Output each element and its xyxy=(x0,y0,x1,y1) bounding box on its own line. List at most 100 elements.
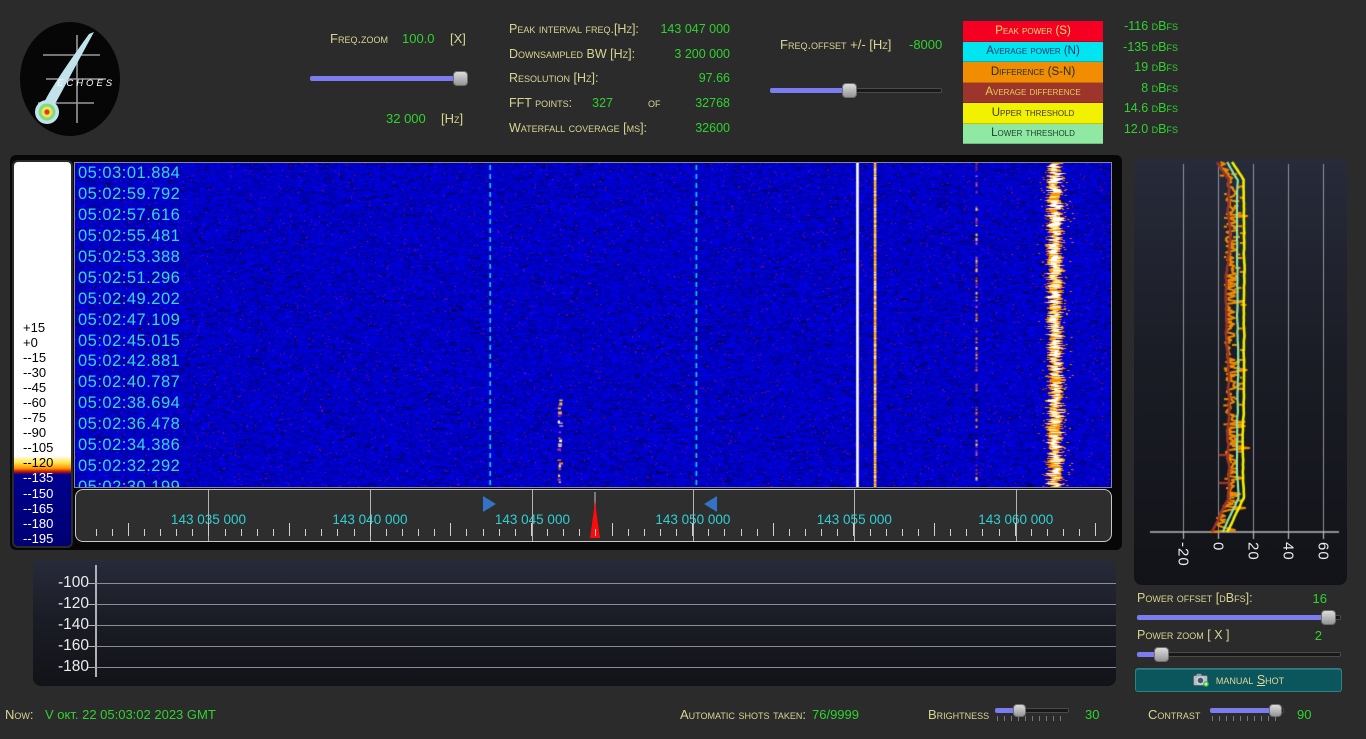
scale-label: +0 xyxy=(14,335,71,350)
measurement-value: 12.0 dBfs xyxy=(1100,122,1178,143)
stat-label: Waterfall coverage [ms]: xyxy=(509,121,647,135)
interval-marker-arrow-left[interactable] xyxy=(704,496,717,512)
frequency-minor-tick xyxy=(837,529,838,536)
measurement-value: 8 dBfs xyxy=(1100,81,1178,102)
scale-label: --30 xyxy=(14,365,71,380)
frequency-minor-tick xyxy=(483,529,484,536)
stat-row: FFT points: 327 of 32768 xyxy=(509,92,730,117)
now-label: Now: xyxy=(5,707,34,722)
power-graph-gridline xyxy=(95,583,1116,584)
timestamp: 05:02:47.109 xyxy=(78,310,258,331)
timestamp: 05:02:36.478 xyxy=(78,414,258,435)
stat-mid-label: of xyxy=(648,96,661,110)
power-graph-y-axis xyxy=(95,565,97,677)
scale-label: --195 xyxy=(14,531,71,546)
stat-value: 143 047 000 xyxy=(660,22,730,36)
timestamp: 05:02:30.199 xyxy=(78,477,258,487)
frequency-minor-tick xyxy=(886,529,887,536)
frequency-axis[interactable]: 143 035 000143 040 000143 045 000143 050… xyxy=(75,489,1112,542)
stat-row: Waterfall coverage [ms]: 32600 xyxy=(509,117,730,142)
svg-text:ECHOES: ECHOES xyxy=(57,78,115,89)
scale-label: --75 xyxy=(14,410,71,425)
frequency-minor-tick xyxy=(966,529,967,536)
frequency-minor-tick xyxy=(386,529,387,536)
contrast-slider[interactable] xyxy=(1210,704,1284,718)
scale-label: --60 xyxy=(14,395,71,410)
scale-label: --135 xyxy=(14,470,71,485)
waterfall-panel: +15+0--15--30--45--60--75--90--105--120-… xyxy=(10,155,1122,550)
spectrum-profile-canvas[interactable] xyxy=(1134,158,1347,585)
legend-button[interactable]: Average power (N) xyxy=(963,42,1103,63)
power-graph-y-label: -180 xyxy=(58,658,89,676)
stat-label: Resolution [Hz]: xyxy=(509,71,598,85)
frequency-minor-tick xyxy=(595,529,596,536)
frequency-minor-tick xyxy=(354,529,355,536)
freq-offset-slider-fill xyxy=(770,88,849,93)
power-zoom-slider[interactable] xyxy=(1137,647,1341,662)
timestamp: 05:03:01.884 xyxy=(78,163,258,184)
power-color-scale: +15+0--15--30--45--60--75--90--105--120-… xyxy=(12,160,73,548)
frequency-minor-tick xyxy=(96,529,97,536)
brightness-label: Brightness xyxy=(928,707,989,722)
power-offset-slider-handle[interactable] xyxy=(1321,610,1336,625)
freq-zoom-value: 100.0 xyxy=(402,31,435,46)
spectrum-x-label: 40 xyxy=(1279,542,1296,561)
freq-offset-slider[interactable] xyxy=(770,83,942,98)
power-graph-y-label: -120 xyxy=(58,595,89,613)
scale-label: --15 xyxy=(14,350,71,365)
spectrum-x-label: -20 xyxy=(1174,542,1191,567)
legend-button[interactable]: Difference (S-N) xyxy=(963,62,1103,83)
scale-labels: +15+0--15--30--45--60--75--90--105--120-… xyxy=(14,162,71,546)
measurement-value: -135 dBfs xyxy=(1100,40,1178,61)
brightness-value: 30 xyxy=(1085,707,1099,722)
manual-shot-button[interactable]: manual Shot xyxy=(1135,668,1342,692)
frequency-minor-tick xyxy=(1095,523,1096,536)
legend-button[interactable]: Peak power (S) xyxy=(963,21,1103,42)
frequency-minor-tick xyxy=(982,529,983,536)
freq-zoom-slider-handle[interactable] xyxy=(453,71,468,86)
frequency-minor-tick xyxy=(612,523,613,536)
legend-button[interactable]: Lower threshold xyxy=(963,124,1103,145)
scale-label: --120 xyxy=(14,455,71,470)
frequency-minor-tick xyxy=(225,529,226,536)
power-graph-tick xyxy=(88,625,95,626)
timestamp: 05:02:53.388 xyxy=(78,247,258,268)
legend-button[interactable]: Average difference xyxy=(963,83,1103,104)
scale-label: --150 xyxy=(14,486,71,501)
timestamp: 05:02:34.386 xyxy=(78,435,258,456)
power-graph-y-label: -160 xyxy=(58,637,89,655)
frequency-minor-tick xyxy=(128,523,129,536)
waterfall-frame: 05:03:01.88405:02:59.79205:02:57.61605:0… xyxy=(74,162,1112,488)
frequency-minor-tick xyxy=(708,529,709,536)
freq-zoom-slider-fill xyxy=(310,76,468,81)
brightness-slider[interactable] xyxy=(995,704,1069,718)
power-zoom-slider-handle[interactable] xyxy=(1154,647,1169,662)
curve-legend: Peak power (S) Average power (N) Differe… xyxy=(963,21,1103,144)
stat-row: Resolution [Hz]: 97.66 xyxy=(509,67,730,92)
freq-zoom-slider[interactable] xyxy=(310,71,468,86)
scale-label: --180 xyxy=(14,516,71,531)
auto-shots-label: Automatic shots taken: xyxy=(680,707,806,722)
power-zoom-label: Power zoom [ X ] xyxy=(1137,628,1230,642)
freq-offset-slider-handle[interactable] xyxy=(842,83,857,98)
stat-value: 3 200 000 xyxy=(674,47,730,61)
frequency-minor-tick xyxy=(257,529,258,536)
spectrum-x-label: 20 xyxy=(1245,542,1262,561)
frequency-minor-tick xyxy=(853,523,854,536)
power-graph-tick xyxy=(88,646,95,647)
stat-row: Downsampled BW [Hz]: 3 200 000 xyxy=(509,43,730,68)
interval-marker-arrow-right[interactable] xyxy=(483,496,496,512)
frequency-minor-tick xyxy=(450,523,451,536)
power-graph-gridline xyxy=(95,604,1116,605)
power-graph-y-label: -100 xyxy=(58,574,89,592)
spectrum-profile-panel[interactable]: -200204060 xyxy=(1134,158,1347,585)
frequency-minor-tick xyxy=(821,529,822,536)
power-history-graph[interactable]: -100-120-140-160-180 xyxy=(33,560,1116,686)
frequency-minor-tick xyxy=(741,529,742,536)
measurement-value: -116 dBfs xyxy=(1100,19,1178,40)
scale-label: --45 xyxy=(14,380,71,395)
measurement-value: 14.6 dBfs xyxy=(1100,101,1178,122)
contrast-slider-fill xyxy=(1210,708,1275,713)
power-offset-slider[interactable] xyxy=(1137,610,1341,625)
legend-button[interactable]: Upper threshold xyxy=(963,103,1103,124)
